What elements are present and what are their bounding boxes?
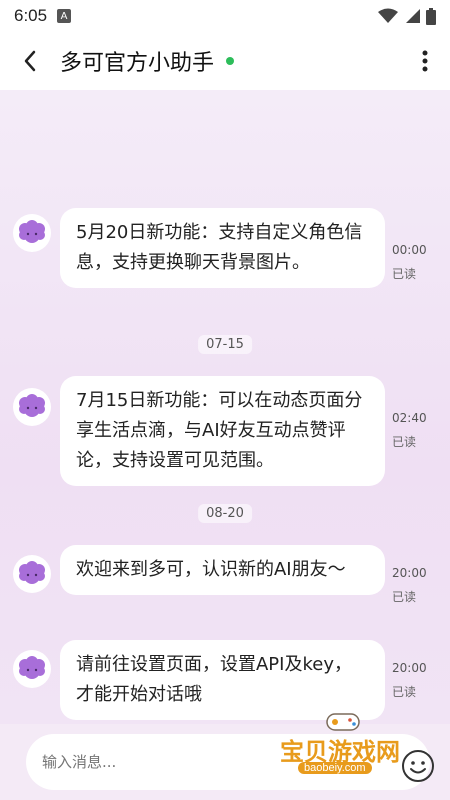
page-title: 多可官方小助手 [60,51,215,76]
bot-avatar[interactable] [13,650,51,688]
chevron-left-icon [24,50,36,72]
message-meta: 02:40 已读 [392,406,432,454]
message-bubble[interactable]: 请前往设置页面，设置API及key，才能开始对话哦 [60,640,385,720]
read-status: 已读 [392,590,417,604]
status-icons [378,7,436,25]
emoji-icon[interactable] [400,748,436,784]
read-status: 已读 [392,267,417,281]
date-separator: 08-20 [198,504,252,523]
chat-area[interactable]: 5月20日新功能：支持自定义角色信息，支持更换聊天背景图片。 00:00 已读 … [0,90,450,724]
message-bubble[interactable]: 7月15日新功能：可以在动态页面分享生活点滴，与AI好友互动点赞评论，支持设置可… [60,376,385,486]
bot-avatar[interactable] [13,388,51,426]
status-time: 6:05 [14,6,48,25]
battery-icon [426,7,436,25]
message-time: 20:00 [392,661,427,675]
more-options-button[interactable] [400,32,450,90]
message-time: 02:40 [392,411,427,425]
back-button[interactable] [0,32,60,90]
more-vertical-icon [422,50,428,72]
message-input[interactable] [26,734,430,790]
composer-bar [0,724,450,800]
message-bubble[interactable]: 欢迎来到多可，认识新的AI朋友～ [60,545,385,595]
date-separator: 07-15 [198,335,252,354]
message-meta: 20:00 已读 [392,561,432,609]
read-status: 已读 [392,685,417,699]
bot-avatar[interactable] [13,214,51,252]
bot-avatar[interactable] [13,555,51,593]
message-time: 20:00 [392,566,427,580]
read-status: 已读 [392,435,417,449]
message-meta: 20:00 已读 [392,656,432,704]
online-status-dot [226,57,235,65]
accessibility-icon: A [57,9,72,23]
message-bubble[interactable]: 5月20日新功能：支持自定义角色信息，支持更换聊天背景图片。 [60,208,385,288]
message-time: 00:00 [392,243,427,257]
signal-icon [406,9,420,23]
message-meta: 00:00 已读 [392,238,432,286]
chat-header: 多可官方小助手 [0,32,450,90]
status-bar: 6:05 A [0,0,450,32]
wifi-icon [378,8,398,23]
